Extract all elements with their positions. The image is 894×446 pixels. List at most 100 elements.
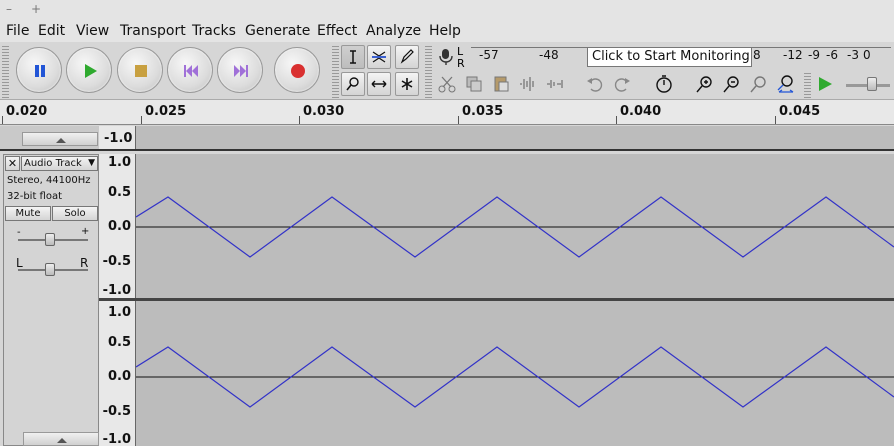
speed-slider-thumb[interactable]	[867, 77, 877, 91]
pause-icon	[35, 65, 45, 77]
skip-to-start-button[interactable]	[167, 47, 213, 93]
pan-slider-thumb[interactable]	[45, 263, 55, 276]
dropdown-arrow-icon: ▼	[88, 158, 95, 168]
paste-icon	[494, 76, 509, 92]
left-channel-waveform	[136, 196, 894, 258]
tools-toolbar-grip[interactable]	[332, 44, 339, 98]
amplitude-label: 1.0	[107, 155, 131, 170]
double-arrow-icon	[371, 80, 387, 88]
menu-file[interactable]: File	[6, 23, 29, 39]
collapse-track-button[interactable]	[22, 132, 98, 146]
transport-toolbar-grip[interactable]	[2, 44, 9, 98]
zoom-out-icon	[723, 76, 739, 93]
meter-label: -12	[783, 48, 803, 62]
mute-button[interactable]: Mute	[5, 206, 51, 221]
zoom-in-icon	[696, 76, 712, 93]
audacity-window: – + File Edit View Transport Tracks Gene…	[0, 0, 894, 446]
edit-toolbar-grip[interactable]	[425, 72, 432, 98]
play-at-speed-button[interactable]	[813, 72, 837, 96]
track-control-panel: ✕ Audio Track ▼ Stereo, 44100Hz 32-bit f…	[3, 154, 99, 446]
paste-button[interactable]	[489, 72, 513, 96]
i-beam-icon	[350, 50, 356, 64]
track-name-menu[interactable]: Audio Track ▼	[21, 156, 98, 171]
gain-slider-thumb[interactable]	[45, 233, 55, 246]
pencil-icon	[400, 49, 414, 64]
menu-transport[interactable]: Transport	[120, 23, 186, 39]
ruler-label: 0.030	[303, 104, 345, 119]
fit-project-button[interactable]	[774, 72, 798, 96]
collapse-track-button[interactable]	[23, 432, 99, 446]
redo-button[interactable]	[610, 72, 634, 96]
zoom-tool[interactable]	[341, 72, 365, 96]
sync-lock-button[interactable]	[652, 72, 676, 96]
meter-label: -48	[539, 48, 559, 62]
pan-left-label: L	[16, 256, 23, 270]
menu-analyze[interactable]: Analyze	[366, 23, 421, 39]
close-track-button[interactable]: ✕	[5, 156, 20, 171]
zoom-in-button[interactable]	[693, 72, 717, 96]
draw-tool[interactable]	[395, 45, 419, 69]
ruler-label: 0.045	[779, 104, 821, 119]
selection-tool[interactable]	[341, 45, 365, 69]
amplitude-label: 0.5	[107, 335, 131, 350]
play-at-speed-grip[interactable]	[804, 72, 811, 98]
ruler-label: 0.020	[6, 104, 48, 119]
monitoring-tooltip: Click to Start Monitoring	[587, 47, 752, 67]
undo-button[interactable]	[583, 72, 607, 96]
menu-edit[interactable]: Edit	[38, 23, 65, 39]
stop-button[interactable]	[117, 47, 163, 93]
previous-track-bottom: -1.0	[0, 126, 894, 151]
menu-generate[interactable]: Generate	[245, 23, 310, 39]
menu-tracks[interactable]: Tracks	[192, 23, 236, 39]
record-button[interactable]	[274, 47, 320, 93]
pause-button[interactable]	[16, 47, 62, 93]
record-meter-button[interactable]	[434, 45, 458, 69]
title-bar: – +	[0, 0, 894, 20]
zoom-out-button[interactable]	[720, 72, 744, 96]
vertical-ruler-left-channel[interactable]: 1.0 0.5 0.0 -0.5 -1.0	[99, 154, 136, 298]
silence-audio-button[interactable]	[543, 72, 567, 96]
trim-audio-button[interactable]	[516, 72, 540, 96]
amplitude-label: -0.5	[102, 254, 131, 269]
menu-view[interactable]: View	[76, 23, 109, 39]
amplitude-label: 0.5	[107, 185, 131, 200]
cut-button[interactable]	[435, 72, 459, 96]
amplitude-label: 0.0	[107, 369, 131, 384]
meter-label: -9	[808, 48, 820, 62]
time-shift-tool[interactable]	[367, 72, 391, 96]
waveform-right-channel[interactable]	[136, 301, 894, 446]
meter-label: 8	[753, 48, 761, 62]
menu-effect[interactable]: Effect	[317, 23, 357, 39]
pan-right-label: R	[80, 256, 89, 270]
vertical-ruler-right-channel[interactable]: 1.0 0.5 0.0 -0.5 -1.0	[99, 301, 136, 446]
scale-label: -1.0	[104, 131, 133, 146]
skip-to-end-button[interactable]	[217, 47, 263, 93]
play-icon	[85, 64, 97, 78]
collapse-arrow-icon	[57, 438, 67, 443]
meter-label: -3	[847, 48, 859, 62]
play-button[interactable]	[66, 47, 112, 93]
track-format-info: Stereo, 44100Hz	[7, 175, 91, 186]
copy-icon	[466, 76, 482, 92]
asterisk-icon	[401, 78, 413, 90]
multi-tool[interactable]	[395, 72, 419, 96]
stop-icon	[135, 65, 147, 77]
magnifier-icon	[346, 77, 359, 91]
timeline-ruler[interactable]: 0.020 0.025 0.030 0.035 0.040 0.045	[0, 100, 894, 125]
menu-help[interactable]: Help	[429, 23, 461, 39]
track-name: Audio Track	[24, 158, 82, 169]
gain-plus-label: +	[81, 226, 90, 237]
envelope-tool[interactable]	[367, 45, 391, 69]
zoom-fit-project-icon	[777, 75, 794, 93]
skip-end-icon	[234, 65, 248, 77]
meter-label: 0	[863, 48, 871, 62]
menu-bar: File Edit View Transport Tracks Generate…	[0, 20, 894, 42]
solo-button[interactable]: Solo	[52, 206, 98, 221]
ruler-label: 0.035	[462, 104, 504, 119]
copy-button[interactable]	[462, 72, 486, 96]
waveform-left-channel[interactable]	[136, 154, 894, 298]
maximize-button[interactable]: +	[31, 2, 41, 16]
minimize-button[interactable]: –	[6, 2, 12, 16]
trim-icon	[520, 77, 534, 91]
fit-selection-button[interactable]	[747, 72, 771, 96]
